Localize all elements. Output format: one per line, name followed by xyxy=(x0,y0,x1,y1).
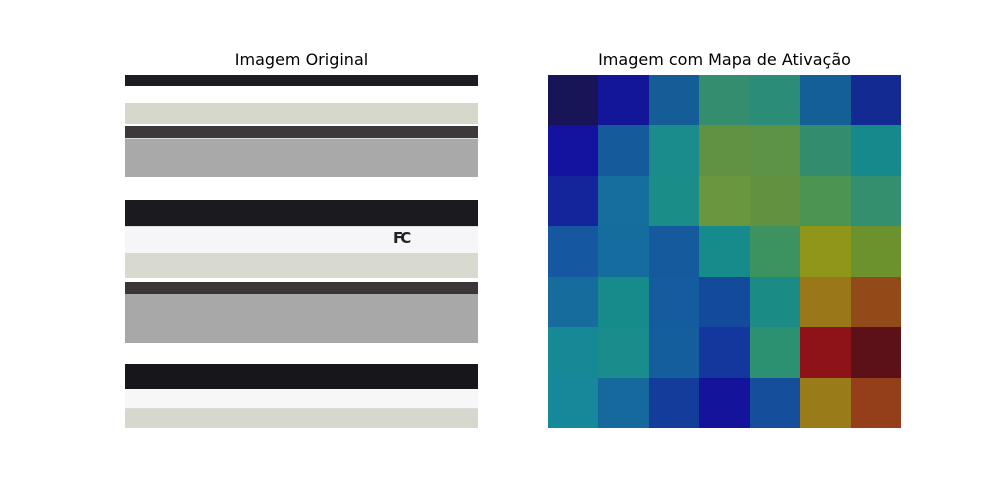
fabric-stripe xyxy=(125,294,478,343)
activation-cell xyxy=(699,226,750,277)
activation-cell xyxy=(548,226,598,277)
fabric-stripe xyxy=(125,177,478,200)
activation-cell xyxy=(598,75,649,125)
activation-cell xyxy=(800,75,851,125)
activation-cell xyxy=(699,176,750,226)
original-image: FC xyxy=(125,75,478,428)
activation-cell xyxy=(649,327,699,378)
activation-cell xyxy=(649,277,699,327)
fabric-stripe xyxy=(125,409,478,428)
fabric-stripe xyxy=(125,227,478,253)
activation-cell xyxy=(851,277,901,327)
fabric-stripe xyxy=(125,364,478,389)
activation-cell xyxy=(750,378,800,428)
fabric-stripe xyxy=(125,200,478,226)
fabric-stripe xyxy=(125,282,478,294)
fabric-stripe xyxy=(125,126,478,138)
activation-cell xyxy=(800,277,851,327)
activation-cell xyxy=(699,378,750,428)
activation-cell xyxy=(851,327,901,378)
activation-cell xyxy=(750,75,800,125)
activation-cell xyxy=(649,125,699,176)
activation-cell xyxy=(699,125,750,176)
activation-cell xyxy=(699,277,750,327)
activation-cell xyxy=(750,277,800,327)
activation-cell xyxy=(800,378,851,428)
fabric-stripe xyxy=(125,75,478,86)
fabric-stripe xyxy=(125,139,478,178)
activation-cell xyxy=(800,176,851,226)
fabric-stripe xyxy=(125,253,478,278)
activation-cell xyxy=(800,327,851,378)
logo: FC xyxy=(393,229,411,247)
activation-cell xyxy=(548,125,598,176)
original-image-title: Imagem Original xyxy=(234,50,369,69)
activation-cell xyxy=(750,226,800,277)
fabric-stripe xyxy=(125,103,478,124)
activation-cell xyxy=(649,378,699,428)
fabric-stripe xyxy=(125,389,478,408)
activation-cell xyxy=(598,125,649,176)
activation-cell xyxy=(699,75,750,125)
activation-cell xyxy=(800,125,851,176)
activation-cell xyxy=(598,277,649,327)
activation-cell xyxy=(851,378,901,428)
activation-map-image xyxy=(548,75,901,428)
activation-cell xyxy=(699,327,750,378)
activation-cell xyxy=(750,327,800,378)
activation-cell xyxy=(598,378,649,428)
activation-cell xyxy=(598,327,649,378)
fabric-stripe xyxy=(125,343,478,364)
activation-cell xyxy=(851,125,901,176)
fabric-stripe xyxy=(125,86,478,104)
activation-cell xyxy=(548,327,598,378)
activation-cell xyxy=(851,176,901,226)
activation-cell xyxy=(750,176,800,226)
activation-cell xyxy=(851,75,901,125)
activation-cell xyxy=(598,226,649,277)
activation-cell xyxy=(548,277,598,327)
activation-cell xyxy=(800,226,851,277)
activation-cell xyxy=(598,176,649,226)
activation-cell xyxy=(649,176,699,226)
activation-cell xyxy=(649,75,699,125)
activation-cell xyxy=(851,226,901,277)
activation-cell xyxy=(750,125,800,176)
activation-cell xyxy=(649,226,699,277)
activation-cell xyxy=(548,75,598,125)
activation-cell xyxy=(548,378,598,428)
activation-cell xyxy=(548,176,598,226)
activation-map-title: Imagem com Mapa de Ativação xyxy=(598,50,851,69)
